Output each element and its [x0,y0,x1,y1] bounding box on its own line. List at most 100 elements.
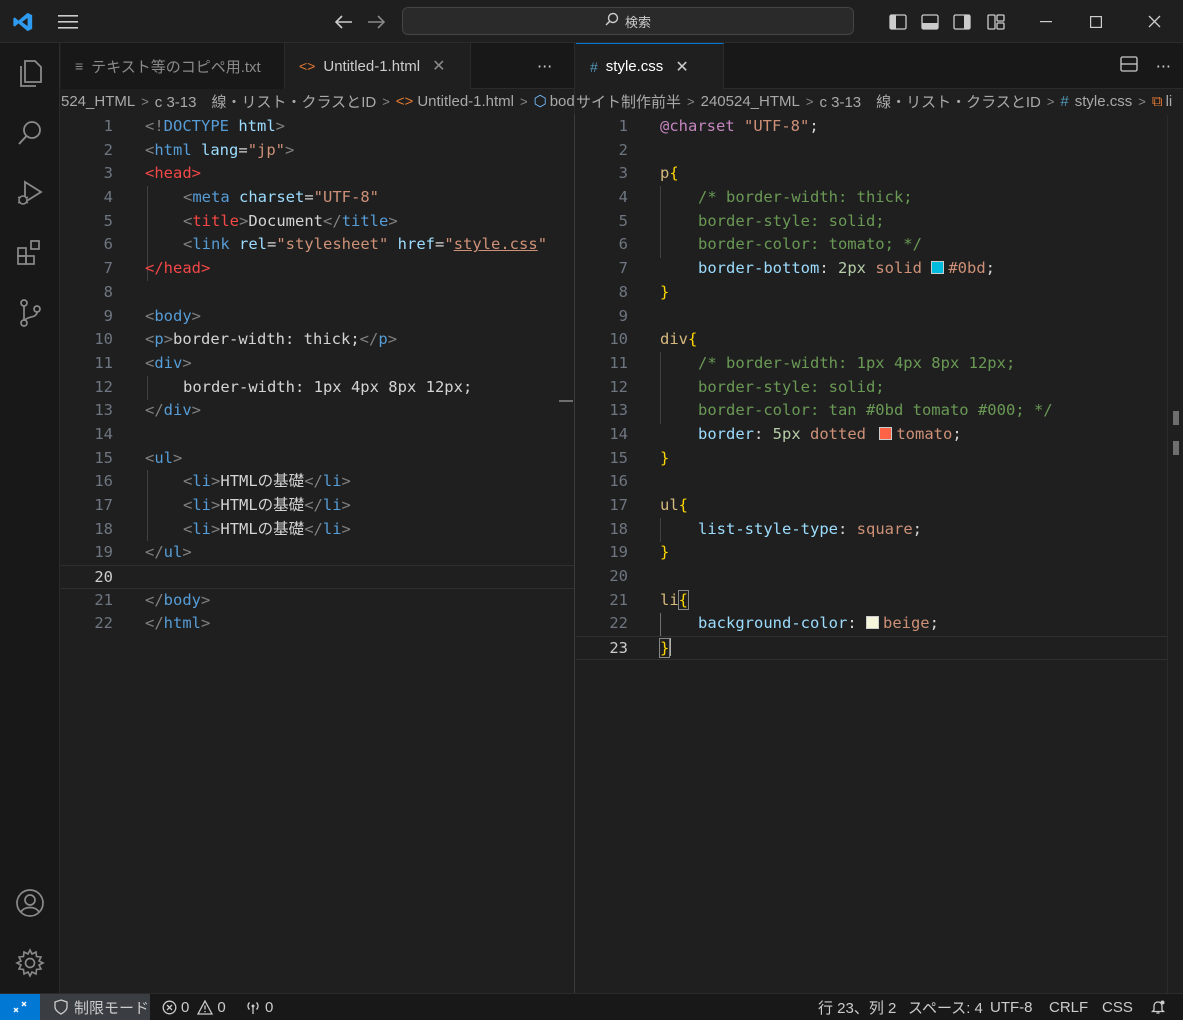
notifications-bell-icon[interactable] [1150,994,1166,1020]
settings-gear-icon[interactable] [0,939,60,987]
token: </ [145,543,164,562]
run-debug-icon[interactable] [0,169,60,217]
accounts-icon[interactable] [0,879,60,927]
token: = [267,235,277,254]
line-number: 1 [618,117,628,135]
search-icon[interactable] [0,109,60,157]
token: "stylesheet" [276,235,389,254]
tab-untitled-html[interactable]: <> Untitled-1.html ✕ [285,43,471,89]
breadcrumb-item[interactable]: c 3-13 線・リスト・クラスとID [155,91,376,112]
more-actions-icon[interactable]: ··· [1156,57,1171,76]
customize-layout-icon[interactable] [982,0,1010,43]
line-number: 11 [609,353,628,372]
source-control-icon[interactable] [0,289,60,337]
explorer-icon[interactable] [0,49,60,97]
code-editor-css[interactable]: 1 @charset "UTF-8"; 2 3 p{ 4/* border-widt… [576,115,1183,660]
color-swatch[interactable] [879,426,893,440]
broadcast-icon [247,1001,259,1014]
activity-bar [0,43,60,993]
toggle-primary-sidebar-icon[interactable] [884,0,912,43]
breadcrumb-item[interactable]: 240524_HTML [701,93,800,110]
back-arrow-icon[interactable] [330,0,358,43]
color-swatch[interactable] [931,261,945,275]
tab-text-file[interactable]: ≡ テキスト等のコピペ用.txt [61,43,285,89]
remote-indicator-button[interactable] [0,994,40,1020]
token: { [688,330,698,349]
toggle-panel-icon[interactable] [916,0,944,43]
ports-button[interactable]: 0 [245,994,273,1020]
minimize-icon[interactable] [1026,0,1066,43]
indentation[interactable]: スペース: 4 [908,994,983,1020]
code-editor-html[interactable]: 1 <!DOCTYPE html> 2 <html lang="jp"> 3 <hea… [61,115,574,636]
problems-button[interactable]: 0 0 [162,994,226,1020]
token: < [183,211,193,230]
line-number: 18 [94,519,113,538]
toggle-secondary-sidebar-icon[interactable] [948,0,976,43]
tab-style-css[interactable]: # style.css ✕ [576,43,724,89]
text-file-icon: ≡ [75,58,84,74]
token: li [192,496,212,514]
token: ; [912,519,922,538]
token: border-width: thick; [173,330,360,349]
close-tab-icon[interactable]: ✕ [432,56,445,76]
line-number: 3 [618,164,628,183]
menu-icon[interactable] [52,0,84,43]
token: li [322,519,342,538]
search-icon [605,12,619,30]
forward-arrow-icon[interactable] [362,0,390,43]
token: > [201,259,211,278]
more-actions-icon[interactable]: ··· [537,43,552,89]
token: body [163,590,201,609]
breadcrumb-item[interactable]: サイト制作前半 [576,91,681,112]
scrollbar-left[interactable] [574,115,575,993]
tab-label: Untitled-1.html [323,57,421,75]
token: ; [929,614,939,633]
token: @charset [660,117,735,135]
token: HTMLの基礎 [220,519,305,538]
maximize-icon[interactable] [1076,0,1116,43]
chevron-right-icon: > [1046,93,1055,109]
breadcrumb-item[interactable]: c 3-13 線・リスト・クラスとID [819,91,1040,112]
token: #0bd [948,259,986,278]
vscode-logo-icon [8,0,38,43]
token: = [304,188,314,207]
vertical-scrollbar[interactable] [1167,115,1183,993]
token: > [275,117,286,135]
end-of-line[interactable]: CRLF [1049,994,1088,1020]
line-number: 17 [94,496,113,514]
token: </ [145,259,164,278]
token: head [154,164,192,183]
token: } [658,638,671,659]
cursor-position[interactable]: 行 23、列 2 [818,994,896,1020]
token: < [183,519,193,538]
chevron-right-icon: > [520,93,528,109]
token: : [819,259,838,278]
breadcrumb-item[interactable]: li [1166,93,1173,110]
token: > [191,306,202,325]
split-editor-icon[interactable] [1120,56,1138,76]
breadcrumb-item[interactable]: Untitled-1.html [417,93,514,110]
overview-ruler-mark [1173,441,1179,455]
encoding[interactable]: UTF-8 [990,994,1033,1020]
search-label: 検索 [624,15,651,31]
color-swatch[interactable] [865,616,879,630]
command-center-search[interactable]: 検索 [402,7,854,35]
token: </ [145,614,164,633]
close-icon[interactable] [1132,0,1176,43]
language-mode[interactable]: CSS [1102,994,1133,1020]
breadcrumb-item[interactable]: style.css [1075,93,1133,110]
token: { [677,589,690,610]
token: rel [229,235,267,254]
breadcrumb-item[interactable]: body [550,93,574,110]
token: html [229,117,276,135]
token: href [388,235,435,254]
breadcrumb-item[interactable]: 524_HTML [61,93,135,110]
editor-group-left: ≡ テキスト等のコピペ用.txt <> Untitled-1.html ✕ ··… [61,43,575,993]
extensions-icon[interactable] [0,229,60,277]
line-number: 9 [103,306,113,325]
restricted-mode-button[interactable]: 制限モード [40,994,150,1020]
token: HTMLの基礎 [220,496,305,514]
link-token[interactable]: style.css [454,235,538,253]
close-tab-icon[interactable]: ✕ [675,57,688,77]
token: > [191,401,202,420]
